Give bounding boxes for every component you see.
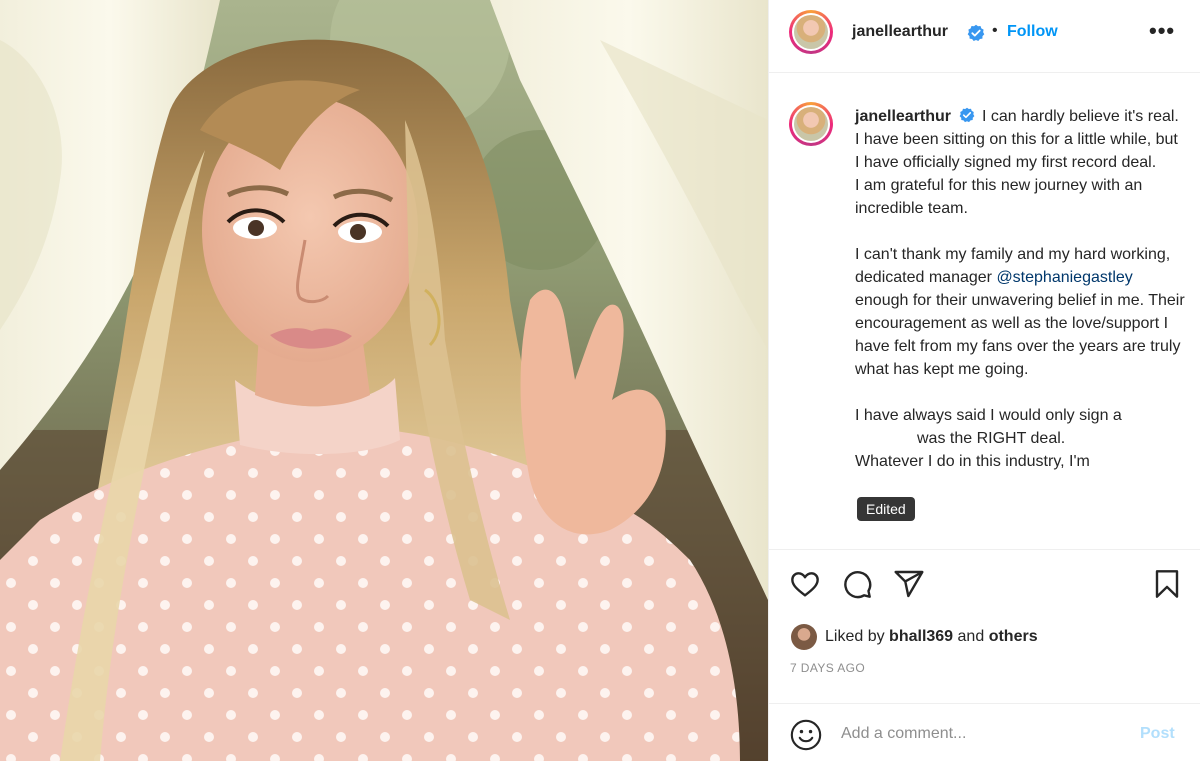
post-timestamp[interactable]: 7 DAYS AGO bbox=[790, 661, 865, 675]
caption-avatar[interactable] bbox=[789, 102, 833, 146]
more-options-icon[interactable]: ••• bbox=[1149, 20, 1175, 42]
caption-paragraph-3c: Whatever I do in this industry, I'm bbox=[855, 453, 1090, 470]
action-bar bbox=[769, 551, 1200, 615]
comment-icon[interactable] bbox=[841, 568, 873, 600]
verified-badge-icon bbox=[967, 24, 985, 47]
caption-paragraph-1b: I am grateful for this new journey with … bbox=[855, 177, 1143, 217]
likes-summary: Liked by bhall369 and others bbox=[791, 623, 1038, 651]
likes-prefix: Liked by bbox=[825, 628, 885, 645]
likes-others-link[interactable]: others bbox=[989, 628, 1038, 646]
heart-icon[interactable] bbox=[789, 568, 821, 600]
comment-bar: Post bbox=[769, 703, 1200, 761]
caption-text: janellearthur I can hardly believe it's … bbox=[855, 105, 1185, 473]
comment-input[interactable] bbox=[841, 720, 1131, 748]
post-header: janellearthur • Follow ••• bbox=[769, 0, 1200, 73]
post-photo[interactable] bbox=[0, 0, 768, 761]
avatar bbox=[794, 107, 828, 141]
caption-paragraph-3b: was the RIGHT deal. bbox=[917, 430, 1066, 447]
caption-paragraph-3: I have always said I would only sign a bbox=[855, 407, 1122, 424]
liker-username[interactable]: bhall369 bbox=[889, 628, 953, 646]
emoji-icon[interactable] bbox=[789, 718, 823, 752]
post-side-panel: janellearthur • Follow ••• janellearthur… bbox=[768, 0, 1200, 761]
post-comment-button[interactable]: Post bbox=[1140, 725, 1175, 743]
caption-paragraph-2b: enough for their unwavering belief in me… bbox=[855, 292, 1185, 378]
post-image bbox=[0, 0, 768, 761]
likes-and: and bbox=[957, 628, 985, 645]
liker-avatar[interactable] bbox=[791, 624, 817, 650]
caption-username[interactable]: janellearthur bbox=[855, 108, 951, 125]
avatar bbox=[794, 15, 828, 49]
bookmark-icon[interactable] bbox=[1151, 568, 1183, 600]
story-avatar[interactable] bbox=[789, 10, 833, 54]
follow-button[interactable]: Follow bbox=[1007, 23, 1058, 41]
edited-tooltip: Edited bbox=[857, 497, 915, 521]
share-icon[interactable] bbox=[893, 568, 925, 600]
header-username[interactable]: janellearthur bbox=[852, 23, 948, 41]
mention-link[interactable]: @stephaniegastley bbox=[996, 269, 1132, 286]
caption-scroll-area[interactable]: janellearthur I can hardly believe it's … bbox=[769, 74, 1200, 550]
separator-dot: • bbox=[992, 22, 998, 39]
verified-badge-icon bbox=[960, 107, 975, 123]
